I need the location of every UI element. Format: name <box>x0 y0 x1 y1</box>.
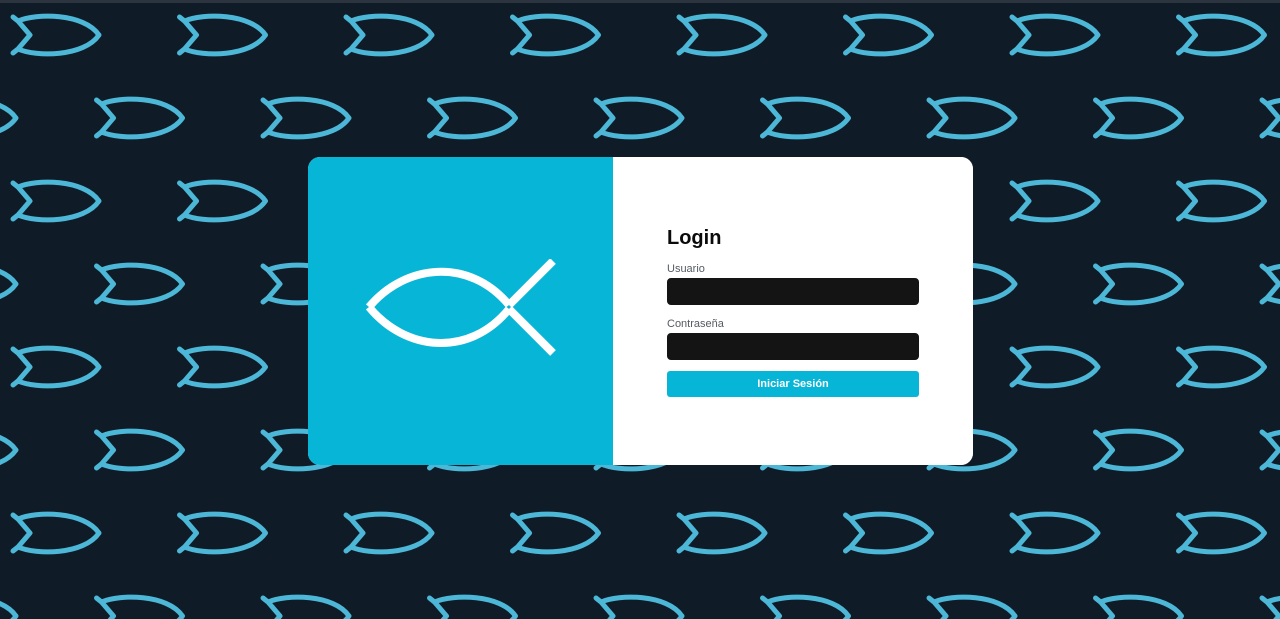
pattern-fish-icon <box>0 265 16 303</box>
pattern-fish-icon <box>0 597 16 619</box>
pattern-fish-icon <box>679 514 765 552</box>
pattern-fish-icon <box>1262 265 1280 303</box>
pattern-fish-icon <box>180 16 266 54</box>
pattern-fish-icon <box>1096 597 1182 619</box>
username-label: Usuario <box>667 263 705 275</box>
pattern-fish-icon <box>430 99 516 137</box>
pattern-fish-icon <box>180 348 266 386</box>
username-input[interactable] <box>667 278 919 305</box>
pattern-fish-icon <box>97 597 183 619</box>
pattern-fish-icon <box>263 99 349 137</box>
pattern-fish-icon <box>1179 182 1265 220</box>
pattern-fish-icon <box>1179 514 1265 552</box>
password-label: Contraseña <box>667 318 724 330</box>
ichthys-fish-icon <box>365 259 556 356</box>
pattern-fish-icon <box>13 16 99 54</box>
pattern-fish-icon <box>0 99 16 137</box>
pattern-fish-icon <box>1262 431 1280 469</box>
pattern-fish-icon <box>1012 182 1098 220</box>
pattern-fish-icon <box>596 99 682 137</box>
login-card-brand-panel <box>308 157 613 465</box>
login-form: Login Usuario Contraseña Iniciar Sesión <box>613 157 973 465</box>
pattern-fish-icon <box>97 431 183 469</box>
pattern-fish-icon <box>13 348 99 386</box>
pattern-fish-icon <box>513 514 599 552</box>
login-submit-button[interactable]: Iniciar Sesión <box>667 371 919 397</box>
pattern-fish-icon <box>1179 348 1265 386</box>
pattern-fish-icon <box>763 597 849 619</box>
pattern-fish-icon <box>1179 16 1265 54</box>
password-input[interactable] <box>667 333 919 360</box>
pattern-fish-icon <box>0 431 16 469</box>
pattern-fish-icon <box>596 597 682 619</box>
pattern-fish-icon <box>846 514 932 552</box>
pattern-fish-icon <box>13 182 99 220</box>
pattern-fish-icon <box>97 99 183 137</box>
pattern-fish-icon <box>1012 514 1098 552</box>
login-card: Login Usuario Contraseña Iniciar Sesión <box>308 157 973 465</box>
pattern-fish-icon <box>263 597 349 619</box>
pattern-fish-icon <box>346 514 432 552</box>
pattern-fish-icon <box>1096 99 1182 137</box>
pattern-fish-icon <box>1012 348 1098 386</box>
pattern-fish-icon <box>846 16 932 54</box>
pattern-fish-icon <box>1262 597 1280 619</box>
login-title: Login <box>667 227 722 249</box>
pattern-fish-icon <box>13 514 99 552</box>
pattern-fish-icon <box>1096 265 1182 303</box>
pattern-fish-icon <box>346 16 432 54</box>
pattern-fish-icon <box>97 265 183 303</box>
pattern-fish-icon <box>513 16 599 54</box>
pattern-fish-icon <box>929 597 1015 619</box>
pattern-fish-icon <box>430 597 516 619</box>
pattern-fish-icon <box>1096 431 1182 469</box>
pattern-fish-icon <box>763 99 849 137</box>
pattern-fish-icon <box>180 514 266 552</box>
pattern-fish-icon <box>929 99 1015 137</box>
pattern-fish-icon <box>1012 16 1098 54</box>
pattern-fish-icon <box>1262 99 1280 137</box>
pattern-fish-icon <box>180 182 266 220</box>
pattern-fish-icon <box>679 16 765 54</box>
